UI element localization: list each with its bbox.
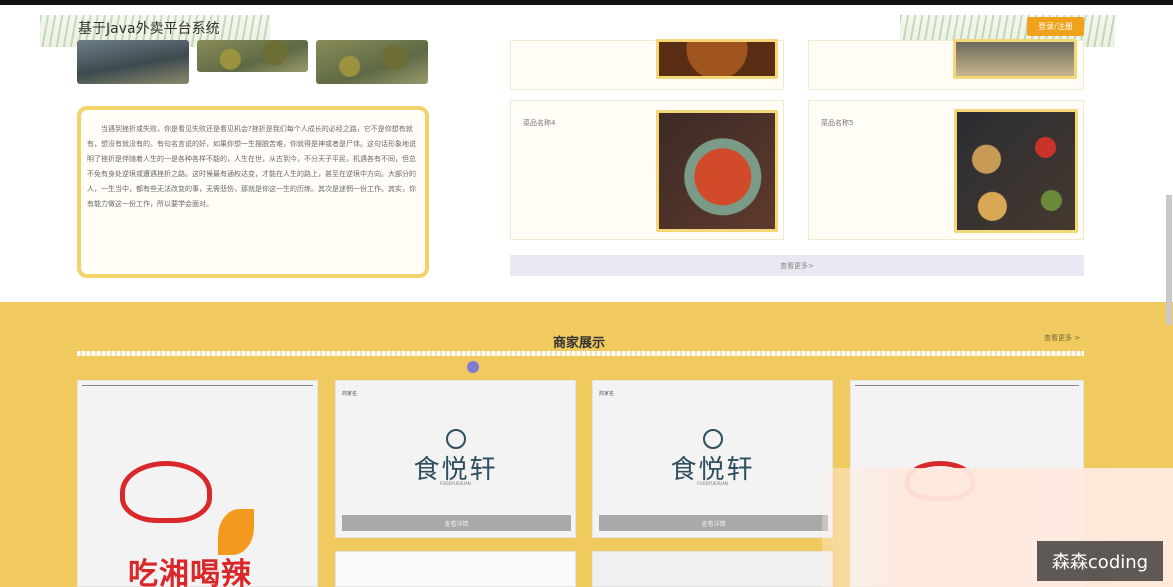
gallery-image: [316, 40, 428, 84]
site-header: 基于Java外卖平台系统 登录/注册: [0, 5, 1173, 47]
foods-more-button[interactable]: 查看更多>: [510, 255, 1084, 276]
gallery-image: [197, 40, 308, 72]
gallery-image: [77, 40, 189, 84]
merchant-card[interactable]: 吃湘喝辣: [77, 380, 318, 587]
intro-text: 当遇到挫折或失败，你是看见失败还是看见机会?挫折是我们每个人成长的必经之路，它不…: [87, 125, 416, 208]
food-image[interactable]: [656, 39, 778, 79]
food-card[interactable]: [510, 39, 784, 90]
food-image[interactable]: [953, 39, 1077, 79]
card-top-line: [82, 385, 313, 386]
food-card[interactable]: 菜品名称5: [808, 100, 1084, 240]
card-top-line: [855, 385, 1079, 386]
merchant-more-link[interactable]: 查看更多 >: [1044, 333, 1080, 343]
view-details-button[interactable]: 查看详情: [342, 515, 571, 531]
merchant-card[interactable]: [592, 551, 833, 587]
cursor-dot: [467, 361, 479, 373]
merchant-name: 商家名: [342, 391, 358, 397]
merchant-name: 商家名: [599, 391, 615, 397]
merchant-card[interactable]: 商家名 食悦轩 FOODYUEXUAN 查看详情: [592, 380, 833, 538]
chef-hat-icon: [120, 461, 212, 523]
emblem-icon: [446, 429, 466, 449]
view-details-button[interactable]: 查看详情: [599, 515, 828, 531]
merchant-card[interactable]: 商家名 食悦轩 FOODYUEXUAN 查看详情: [335, 380, 576, 538]
food-image[interactable]: [656, 110, 778, 232]
food-name: 菜品名称5: [821, 119, 854, 127]
intro-box: 当遇到挫折或失败，你是看见失败还是看见机会?挫折是我们每个人成长的必经之路，它不…: [77, 106, 429, 278]
section-divider: [77, 351, 1084, 356]
page-scrollbar[interactable]: [1166, 195, 1172, 325]
login-register-button[interactable]: 登录/注册: [1027, 17, 1084, 36]
food-card[interactable]: 菜品名称4: [510, 100, 784, 240]
merchant-section-title: 商家展示: [553, 336, 606, 351]
merchant-logo-subtitle: FOODYUEXUAN: [697, 481, 728, 486]
video-watermark: 森森coding: [1037, 541, 1163, 581]
site-title: 基于Java外卖平台系统: [78, 21, 220, 37]
food-image[interactable]: [954, 109, 1078, 233]
food-name: 菜品名称4: [523, 119, 556, 127]
merchant-logo-subtitle: FOODYUEXUAN: [440, 481, 471, 486]
merchant-logo-text: 吃湘喝辣: [128, 557, 252, 587]
merchant-card[interactable]: [335, 551, 576, 587]
emblem-icon: [703, 429, 723, 449]
food-card[interactable]: [808, 39, 1084, 90]
